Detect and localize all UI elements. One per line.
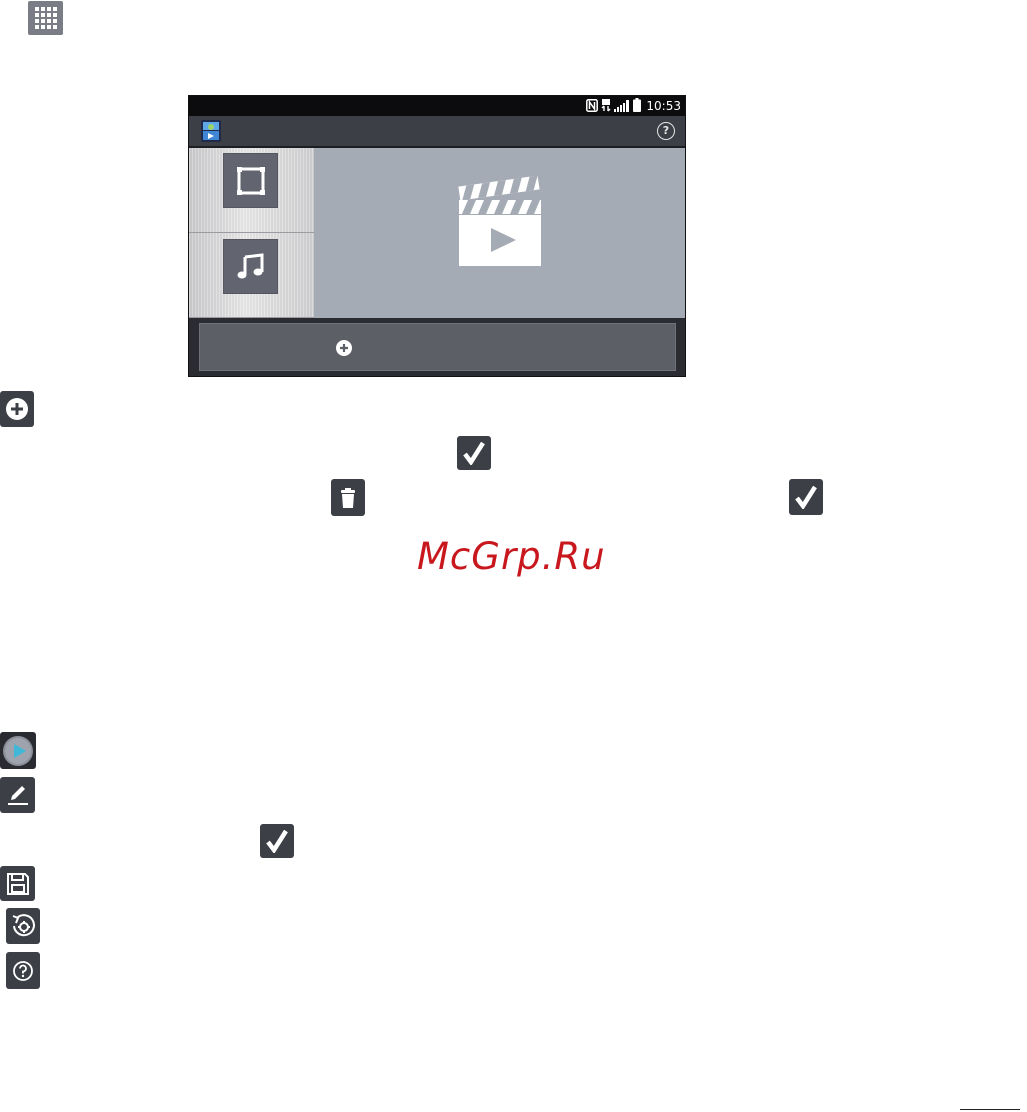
page-rule (960, 1109, 1020, 1110)
help-icon (6, 952, 40, 989)
signal-icon (614, 97, 630, 116)
video-preview[interactable] (314, 148, 685, 318)
status-bar: 10:53 (189, 96, 685, 116)
frame-icon (223, 153, 278, 208)
bottom-bar (189, 318, 685, 376)
action-bar: ? (189, 116, 685, 146)
clapperboard-play-icon (454, 175, 544, 270)
music-slot[interactable] (189, 233, 314, 318)
edit-pencil-icon (0, 777, 35, 813)
add-circle-icon (0, 391, 34, 427)
video-editor-app-icon[interactable] (201, 120, 221, 142)
checkmark-icon (789, 479, 823, 515)
video-editor-screenshot: 10:53 ? (188, 95, 686, 377)
checkmark-icon (260, 824, 294, 858)
data-icon (601, 97, 611, 116)
save-icon (0, 866, 35, 901)
play-circle-icon (0, 732, 36, 769)
media-side-panel (189, 148, 314, 318)
checkmark-icon (457, 436, 491, 470)
reset-settings-icon (6, 908, 40, 944)
nfc-icon (586, 97, 599, 116)
trash-icon (331, 479, 365, 516)
frame-slot[interactable] (189, 148, 314, 233)
status-time: 10:53 (646, 99, 681, 113)
music-note-icon (223, 239, 278, 294)
help-icon[interactable]: ? (657, 122, 675, 140)
apps-grid-icon (28, 1, 63, 35)
add-circle-icon (336, 340, 352, 356)
add-clip-button[interactable] (199, 323, 676, 371)
watermark: McGrp.Ru (417, 535, 606, 578)
battery-icon (633, 97, 642, 116)
